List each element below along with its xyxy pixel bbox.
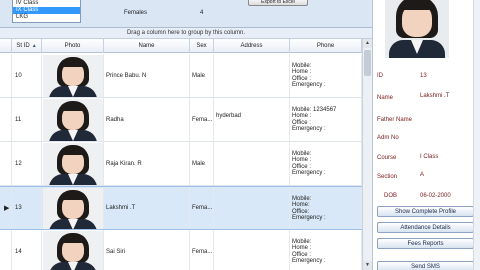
class-listbox[interactable]: IV Class IX Class LKG [12,0,81,23]
column-header-sex[interactable]: Sex [190,39,214,53]
table-row[interactable]: 12 Raja Kiran. R Male Mobile: Home : Off… [0,142,362,186]
detail-dob-value: 06-02-2000 [420,193,451,199]
column-header-st-id[interactable]: St ID ▲ [12,39,42,53]
row-indicator[interactable] [0,98,12,141]
cell-sex: Male [190,142,214,185]
detail-student-photo [385,0,449,58]
cell-name: Raja Kiran. R [104,142,190,185]
phone-emergency: Emergency : [292,82,326,89]
row-indicator-header [0,39,12,53]
cell-photo [42,98,104,141]
cell-sex: Male [190,54,214,97]
cell-phone: Mobile: Home: Office: Emergency : [290,187,362,229]
cell-address [214,187,290,229]
cell-photo [42,54,104,97]
column-header-address[interactable]: Address [214,39,290,53]
phone-emergency: Emergency : [292,126,326,133]
detail-adm-no-label: Adm No [377,135,399,141]
table-row[interactable]: 11 Radha Fema... hyderbad Mobile: 123456… [0,98,362,142]
student-photo [43,231,103,270]
cell-phone: Mobile: Home : Office : Emergency : [290,54,362,97]
top-toolbar: IV Class IX Class LKG Females 4 Export t… [0,0,372,28]
row-indicator[interactable] [0,230,12,270]
detail-course-label: Course [377,155,397,161]
scrollbar-thumb[interactable] [364,50,371,76]
row-indicator[interactable]: ▶ [0,187,12,229]
column-header-phone[interactable]: Phone [290,39,362,53]
cell-photo [42,142,104,185]
scroll-down-arrow-icon[interactable]: ▼ [363,261,372,270]
table-row-selected[interactable]: ▶ 13 Lakshmi .T Fema... Mobile: Home: Of… [0,186,362,230]
class-list-item[interactable]: IV Class [13,0,80,7]
detail-vertical-scrollbar[interactable] [473,0,480,270]
detail-section-value: A [420,172,425,178]
sort-ascending-icon: ▲ [31,43,37,49]
cell-phone: Mobile: 1234567 Home : Office : Emergenc… [290,98,362,141]
cell-phone: Mobile: Home : Office : Emergency : [290,142,362,185]
grid-rows: 10 Prince Babu. N Male Mobile: Home : Of… [0,54,362,270]
column-header-label: St ID [16,43,30,49]
students-grid: St ID ▲ Photo Name Sex Address Phone 10 P… [0,39,372,270]
cell-phone: Mobile: Home : Office : Emergency : [290,230,362,270]
cell-sex: Fema... [190,187,214,229]
cell-address: hyderbad [214,98,290,141]
detail-section-label: Section [377,174,398,180]
cell-photo [42,230,104,270]
table-row[interactable]: 10 Prince Babu. N Male Mobile: Home : Of… [0,54,362,98]
student-photo [43,55,103,97]
detail-father-name-label: Father Name [377,117,413,123]
detail-id-value: 13 [420,73,427,79]
current-row-arrow-icon: ▶ [4,205,10,212]
cell-st-id: 12 [12,142,42,185]
phone-emergency: Emergency : [292,170,326,177]
cell-address [214,142,290,185]
detail-dob-label: DOB [384,193,398,199]
grid-header: St ID ▲ Photo Name Sex Address Phone [0,39,362,53]
student-photo [43,143,103,185]
cell-st-id: 13 [12,187,42,229]
class-list-item[interactable]: LKG [13,14,80,21]
table-row[interactable]: 14 Sai Siri Fema... Mobile: Home : Offic… [0,230,362,270]
cell-name: Prince Babu. N [104,54,190,97]
cell-photo [42,187,104,229]
fees-reports-button[interactable]: Fees Reports [377,238,474,249]
cell-sex: Fema... [190,98,214,141]
cell-st-id: 11 [12,98,42,141]
cell-name: Radha [104,98,190,141]
cell-address [214,230,290,270]
cell-name: Sai Siri [104,230,190,270]
scroll-up-arrow-icon[interactable]: ▲ [363,39,372,48]
column-header-photo[interactable]: Photo [42,39,104,53]
detail-name-label: Name [377,95,394,101]
cell-st-id: 14 [12,230,42,270]
phone-emergency: Emergency : [292,215,326,222]
cell-name: Lakshmi .T [104,187,190,229]
class-list-item-selected[interactable]: IX Class [13,7,80,14]
group-by-panel[interactable]: Drag a column here to group by this colu… [0,28,372,39]
females-label: Females [124,10,148,16]
cell-sex: Fema... [190,230,214,270]
detail-course-value: I Class [420,154,439,160]
student-photo [43,188,103,229]
student-photo [43,99,103,141]
send-sms-button[interactable]: Send SMS [377,261,474,270]
phone-emergency: Emergency : [292,258,326,265]
females-count: 4 [200,10,204,16]
row-indicator[interactable] [0,54,12,97]
grid-vertical-scrollbar[interactable]: ▲ ▼ [362,39,372,270]
row-indicator[interactable] [0,142,12,185]
attendance-details-button[interactable]: Attendance Details [377,222,474,233]
cell-st-id: 10 [12,54,42,97]
cell-address [214,54,290,97]
column-header-name[interactable]: Name [104,39,190,53]
export-to-excel-button[interactable]: Export to Excel [248,0,308,6]
detail-name-value: Lakshmi .T [420,93,450,99]
student-detail-panel: ID 13 Name Lakshmi .T Father Name Adm No… [372,0,480,270]
show-complete-profile-button[interactable]: Show Complete Profile [377,206,474,217]
detail-id-label: ID [377,73,383,79]
